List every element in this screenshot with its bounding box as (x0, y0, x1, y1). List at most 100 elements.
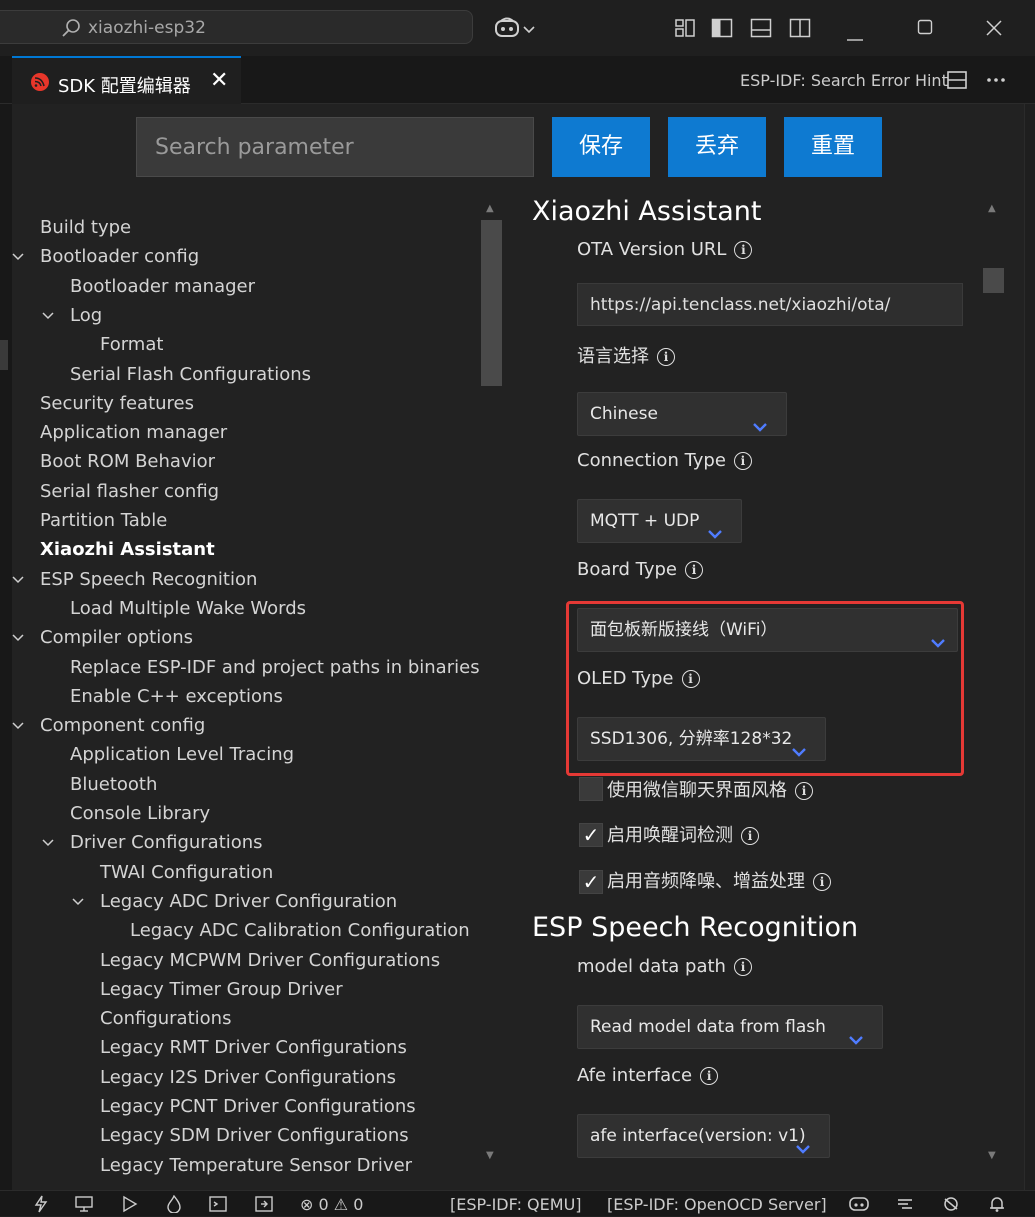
tree-item[interactable]: Legacy ADC Driver Configuration (100, 891, 397, 912)
tree-item[interactable]: Serial Flash Configurations (70, 364, 311, 385)
more-actions-icon[interactable] (985, 70, 1007, 94)
tree-item[interactable]: Legacy SDM Driver Configurations (100, 1125, 409, 1146)
debug-icon[interactable] (120, 1195, 140, 1217)
toggle-secondary-sidebar-icon[interactable] (789, 18, 811, 42)
tree-item[interactable]: Driver Configurations (70, 832, 263, 853)
tree-item[interactable]: Log (70, 305, 102, 326)
save-button[interactable]: 保存 (552, 117, 650, 177)
chevron-down-icon[interactable] (11, 718, 29, 736)
tree-item[interactable]: Bluetooth (70, 774, 157, 795)
search-parameter-input[interactable] (136, 117, 534, 177)
info-icon[interactable]: i (733, 452, 752, 470)
info-icon[interactable]: i (684, 561, 703, 579)
wake-word-checkbox[interactable]: ✓ (579, 823, 603, 847)
output-icon[interactable] (254, 1195, 274, 1217)
copilot-status-icon[interactable] (848, 1195, 870, 1217)
info-icon[interactable]: i (813, 873, 831, 891)
maximize-icon[interactable] (917, 19, 933, 39)
tree-item[interactable]: Xiaozhi Assistant (40, 539, 215, 560)
flash-icon[interactable] (34, 1195, 48, 1217)
connection-type-select[interactable]: MQTT + UDP (577, 499, 742, 543)
panel-scroll-down-icon[interactable]: ▼ (988, 1150, 996, 1161)
tree-item[interactable]: Legacy ADC Calibration Configuration (130, 920, 470, 941)
close-window-icon[interactable] (985, 19, 1003, 41)
tree-item[interactable]: Bootloader config (40, 246, 199, 267)
wechat-style-checkbox[interactable] (579, 777, 603, 801)
tab-sdk-config-editor[interactable]: SDK 配置编辑器 ✕ (12, 56, 241, 104)
info-icon[interactable]: i (795, 782, 813, 800)
reset-button[interactable]: 重置 (784, 117, 882, 177)
language-select-value: Chinese (590, 404, 658, 424)
chevron-down-icon[interactable] (11, 630, 29, 648)
tree-item[interactable]: ESP Speech Recognition (40, 569, 257, 590)
tree-item[interactable]: Serial flasher config (40, 481, 219, 502)
copilot-icon[interactable] (494, 17, 520, 43)
tree-item[interactable]: Bootloader manager (70, 276, 255, 297)
search-error-hint-label[interactable]: ESP-IDF: Search Error Hint (740, 71, 948, 90)
tree-item[interactable]: Security features (40, 393, 194, 414)
tree-item[interactable]: Legacy I2S Driver Configurations (100, 1067, 396, 1088)
tree-item[interactable]: Legacy MCPWM Driver Configurations (100, 950, 440, 971)
info-icon[interactable]: i (700, 1067, 719, 1085)
tree-scroll-up-icon[interactable]: ▲ (486, 203, 494, 214)
customize-layout-icon[interactable] (674, 18, 696, 42)
toggle-panel-icon[interactable] (750, 18, 772, 42)
ota-url-field[interactable]: https://api.tenclass.net/xiaozhi/ota/ (577, 283, 963, 326)
model-path-select[interactable]: Read model data from flash (577, 1005, 883, 1049)
audio-processing-checkbox[interactable]: ✓ (579, 870, 603, 894)
problems-indicator[interactable]: ⊗ 0 ⚠ 0 (300, 1195, 363, 1214)
monitor-icon[interactable] (74, 1195, 94, 1217)
chevron-down-icon[interactable] (11, 249, 29, 267)
tree-item[interactable]: Compiler options (40, 627, 193, 648)
notifications-bell-icon[interactable] (987, 1195, 1007, 1217)
flame-icon[interactable] (166, 1194, 182, 1217)
tree-item[interactable]: Format (100, 334, 163, 355)
section-title-xiaozhi: Xiaozhi Assistant (532, 196, 762, 227)
tree-item[interactable]: Configurations (100, 1008, 231, 1029)
chevron-down-icon[interactable] (41, 308, 59, 326)
openocd-status[interactable]: [ESP-IDF: OpenOCD Server] (607, 1195, 827, 1214)
chevron-down-icon[interactable] (71, 894, 89, 912)
tree-item[interactable]: Console Library (70, 803, 210, 824)
afe-interface-select[interactable]: afe interface(version: v1) (577, 1114, 830, 1158)
tree-item[interactable]: Build type (40, 217, 131, 238)
tree-item[interactable]: Application Level Tracing (70, 744, 294, 765)
connection-label: Connection Type (577, 450, 726, 471)
toggle-primary-sidebar-icon[interactable] (711, 18, 733, 42)
tree-scroll-down-icon[interactable]: ▼ (486, 1150, 494, 1161)
language-select[interactable]: Chinese (577, 392, 787, 436)
chevron-down-icon[interactable] (11, 572, 29, 590)
settings-sync-icon[interactable] (941, 1195, 961, 1217)
wake-label: 启用唤醒词检测 (607, 825, 733, 846)
discard-button[interactable]: 丢弃 (668, 117, 766, 177)
tree-item[interactable]: Component config (40, 715, 205, 736)
info-icon[interactable]: i (657, 348, 675, 366)
split-editor-icon[interactable] (946, 70, 968, 94)
tree-item[interactable]: TWAI Configuration (100, 862, 273, 883)
tree-item[interactable]: Replace ESP-IDF and project paths in bin… (70, 657, 480, 678)
chevron-down-icon[interactable] (41, 835, 59, 853)
tree-item[interactable]: Enable C++ exceptions (70, 686, 283, 707)
tree-item[interactable]: Application manager (40, 422, 227, 443)
terminal-icon[interactable] (208, 1195, 228, 1217)
info-icon[interactable]: i (741, 827, 759, 845)
qemu-status[interactable]: [ESP-IDF: QEMU] (450, 1195, 582, 1214)
panel-scrollbar-thumb[interactable] (983, 268, 1004, 293)
idf-component-icon[interactable] (895, 1195, 915, 1217)
panel-scroll-up-icon[interactable]: ▲ (988, 203, 996, 214)
tree-scrollbar-thumb[interactable] (481, 220, 502, 386)
tree-item[interactable]: Partition Table (40, 510, 167, 531)
info-icon[interactable]: i (734, 241, 753, 259)
info-icon[interactable]: i (733, 958, 752, 976)
audio-label-row: 启用音频降噪、增益处理 i (607, 867, 831, 893)
chevron-down-icon[interactable] (522, 20, 536, 39)
command-center-search[interactable]: xiaozhi-esp32 (0, 10, 473, 44)
tree-item[interactable]: Boot ROM Behavior (40, 451, 215, 472)
tree-item[interactable]: Legacy Timer Group Driver (100, 979, 343, 1000)
tree-item[interactable]: Legacy Temperature Sensor Driver (100, 1155, 412, 1176)
tree-item[interactable]: Legacy RMT Driver Configurations (100, 1037, 407, 1058)
tree-item[interactable]: Load Multiple Wake Words (70, 598, 306, 619)
close-tab-icon[interactable]: ✕ (210, 68, 228, 93)
tree-item[interactable]: Legacy PCNT Driver Configurations (100, 1096, 416, 1117)
minimize-icon[interactable] (846, 27, 864, 46)
